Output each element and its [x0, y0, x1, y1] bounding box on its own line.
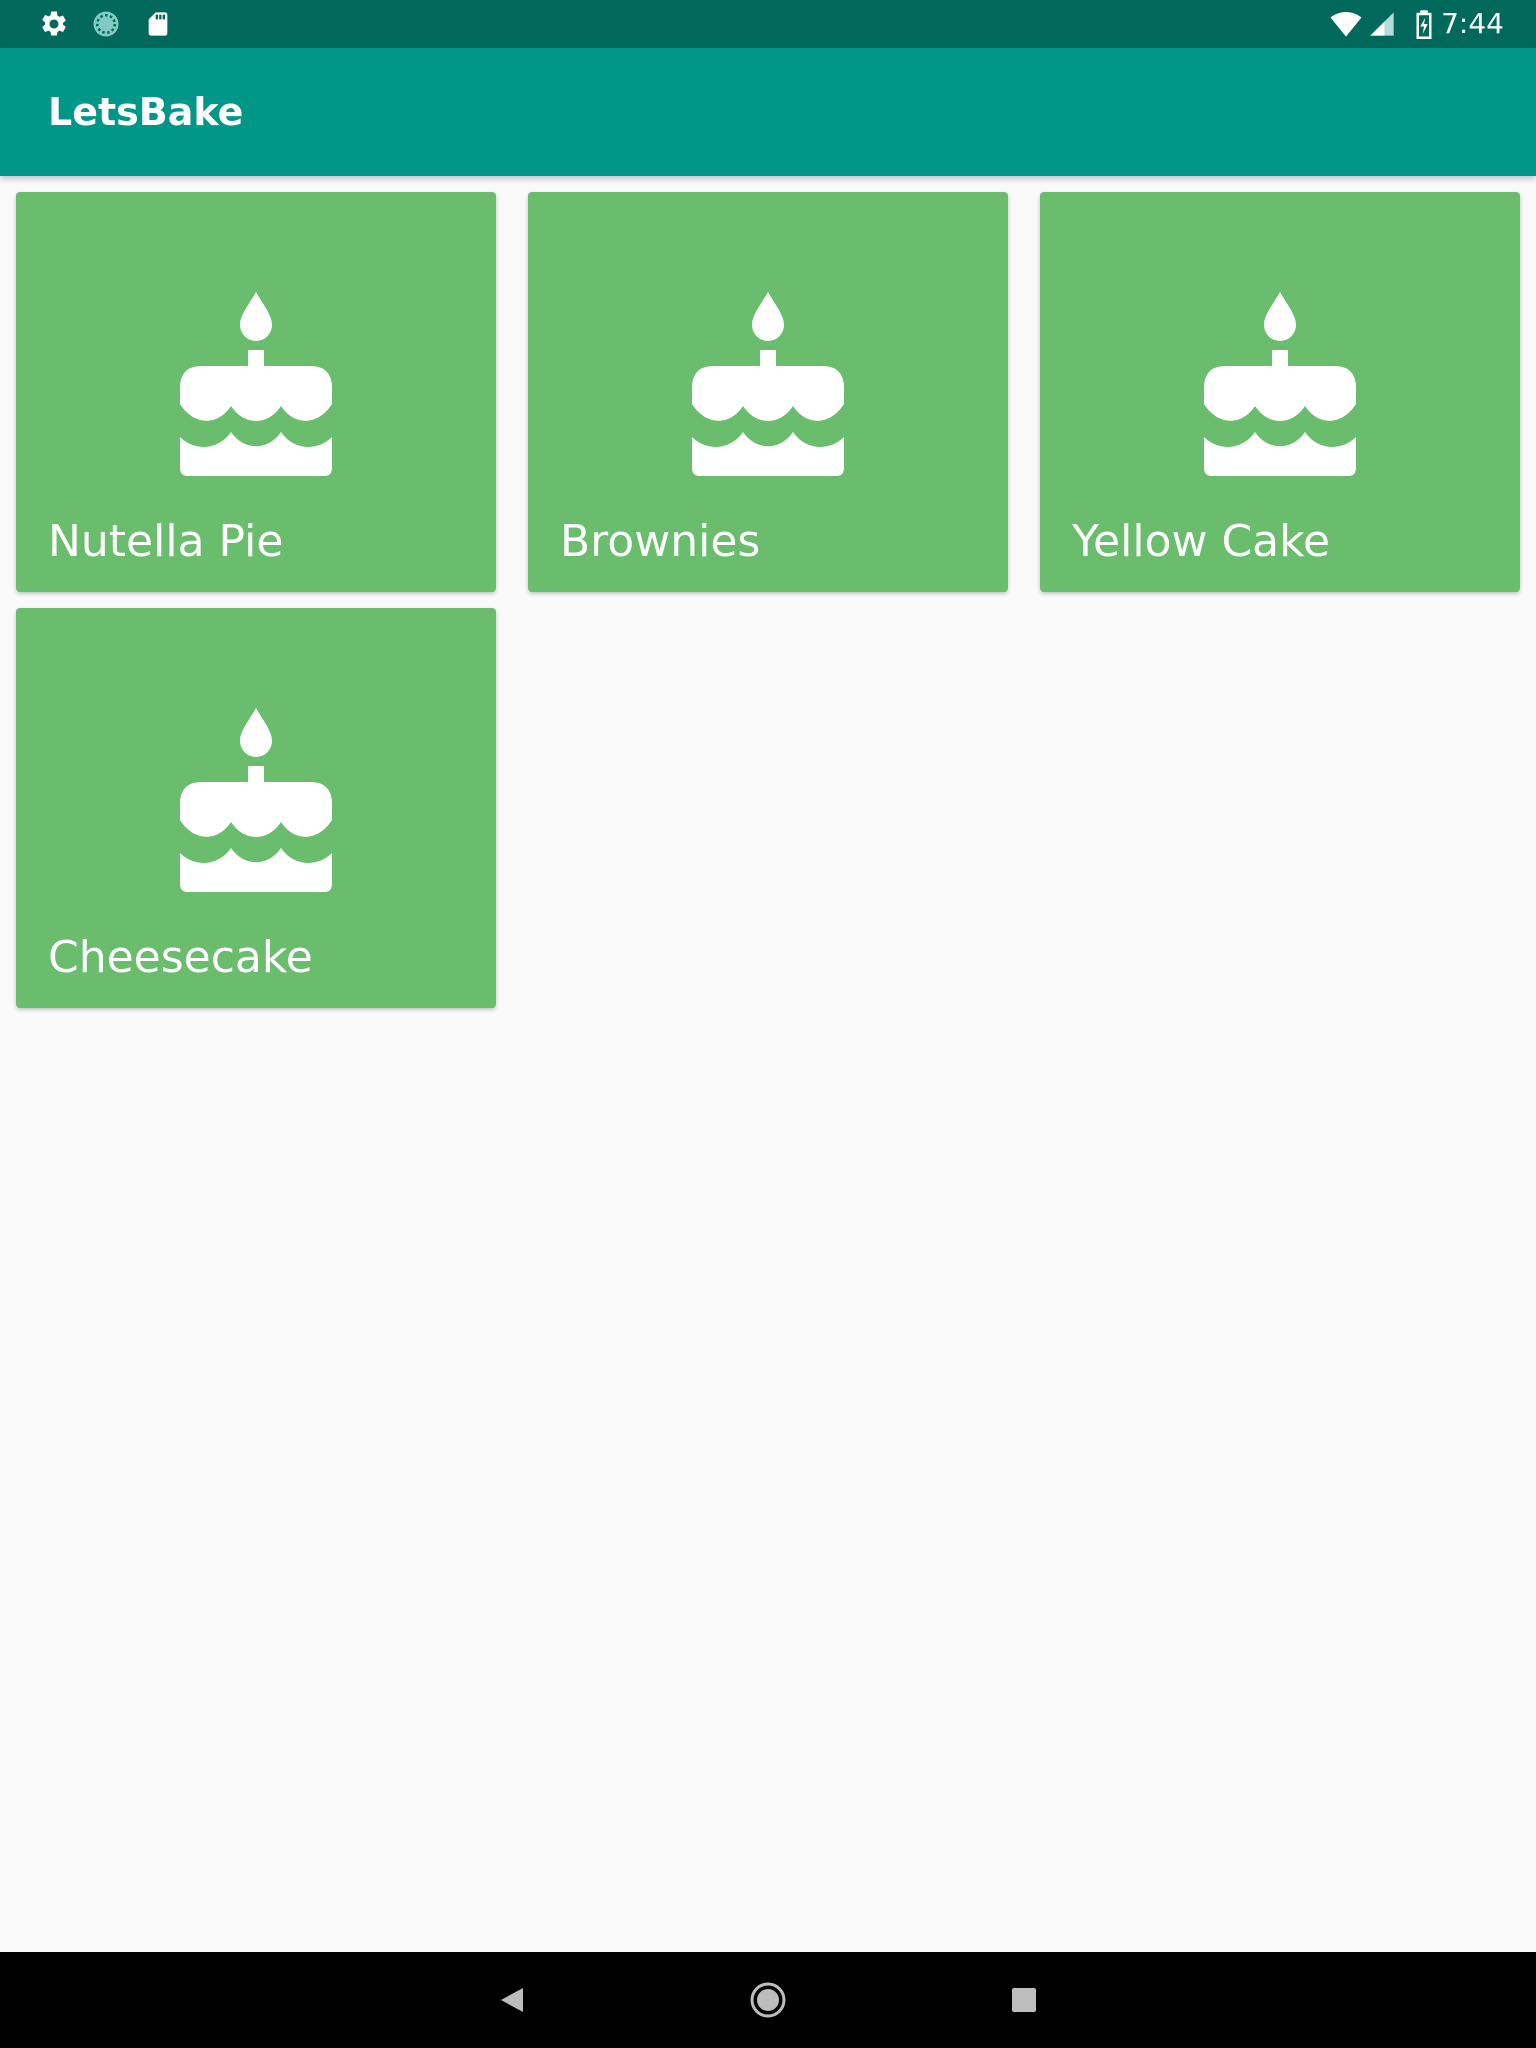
home-icon[interactable] — [744, 1976, 792, 2024]
app-bar: LetsBake — [0, 48, 1536, 176]
settings-icon — [38, 8, 70, 40]
recipe-name: Cheesecake — [48, 932, 313, 983]
status-time: 7:44 — [1441, 7, 1504, 40]
sync-icon — [90, 8, 122, 40]
cake-icon — [180, 708, 332, 892]
recipe-name: Brownies — [560, 516, 761, 567]
recents-icon[interactable] — [1000, 1976, 1048, 2024]
recipe-card[interactable]: Brownies — [528, 192, 1008, 592]
cake-icon — [692, 292, 844, 476]
recipe-card[interactable]: Nutella Pie — [16, 192, 496, 592]
cake-icon — [180, 292, 332, 476]
recipe-card[interactable]: Cheesecake — [16, 608, 496, 1008]
back-icon[interactable] — [488, 1976, 536, 2024]
status-bar: 7:44 — [0, 0, 1536, 48]
wifi-icon — [1330, 8, 1362, 40]
recipe-card[interactable]: Yellow Cake — [1040, 192, 1520, 592]
cake-icon — [1204, 292, 1356, 476]
battery-charging-icon — [1408, 8, 1440, 40]
navigation-bar — [0, 1952, 1536, 2048]
recipe-name: Yellow Cake — [1072, 516, 1331, 567]
app-title: LetsBake — [48, 90, 244, 134]
cell-signal-icon — [1366, 8, 1398, 40]
sd-card-icon — [142, 8, 174, 40]
recipe-name: Nutella Pie — [48, 516, 284, 567]
